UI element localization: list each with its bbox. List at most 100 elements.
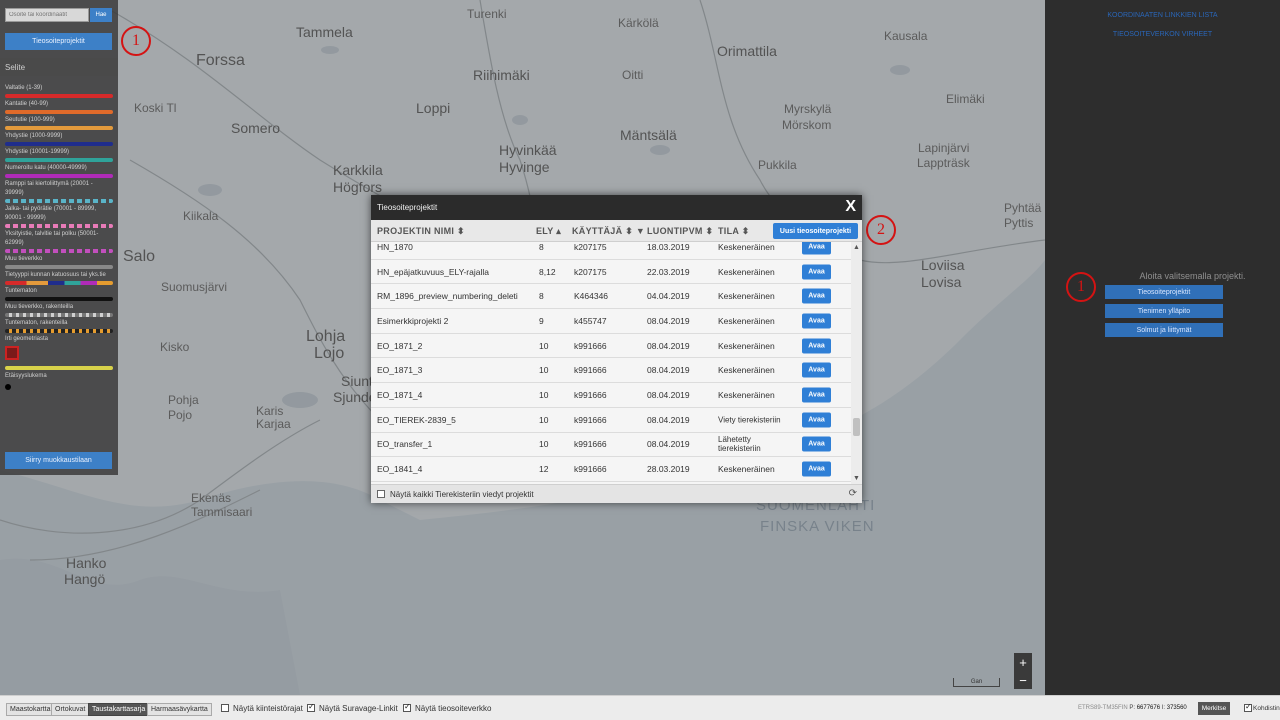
legend-label: Muu tieverkko, rakenteilla xyxy=(5,304,74,310)
column-header-state[interactable]: TILA ⬍ xyxy=(718,226,750,237)
background-terrain-button[interactable]: Maastokartta xyxy=(6,703,55,716)
legend-swatch xyxy=(5,158,113,162)
table-row: EO_1841_4 12 k991666 28.03.2019 Keskener… xyxy=(371,457,851,482)
road-name-maintenance-button[interactable]: Tienimen ylläpito xyxy=(1105,304,1223,318)
chevron-up-icon[interactable]: ▲ xyxy=(851,244,862,251)
legend-item: Ramppi tai kiertoliittymä (20001 - 39999… xyxy=(5,180,113,203)
mark-button[interactable]: Merkitse xyxy=(1198,702,1230,715)
project-ely: 8,12 xyxy=(539,266,556,277)
legend-label: Numeroitu katu (40000-49999) xyxy=(5,165,87,171)
road-network-checkbox[interactable] xyxy=(403,702,411,712)
open-project-button[interactable]: Avaa xyxy=(802,436,831,452)
scale-bar: Gan xyxy=(953,678,1000,687)
open-project-button[interactable]: Avaa xyxy=(802,338,831,354)
nodes-and-junctions-button[interactable]: Solmut ja liittymät xyxy=(1105,323,1223,337)
column-header-created[interactable]: LUONTIPVM ⬍ xyxy=(647,226,713,237)
legend-swatch xyxy=(5,174,113,178)
sort-icon: ⬍ xyxy=(457,226,465,236)
table-row: EO_1871_2 10 k991666 08.04.2019 Keskener… xyxy=(371,334,851,359)
legend-swatch xyxy=(5,126,113,130)
legend-label: Valtatie (1-39) xyxy=(5,85,43,91)
legend-swatch xyxy=(5,199,113,203)
project-name: EO_1841_4 xyxy=(377,464,423,475)
open-project-button[interactable]: Avaa xyxy=(802,288,831,304)
project-date: 28.03.2019 xyxy=(647,464,690,475)
open-project-button[interactable]: Avaa xyxy=(802,313,831,329)
scrollbar-thumb[interactable] xyxy=(853,418,860,436)
zoom-in-button[interactable]: + xyxy=(1014,653,1032,671)
project-date: 08.04.2019 xyxy=(647,340,690,351)
sort-asc-icon: ▴ xyxy=(556,226,562,236)
search-input[interactable] xyxy=(5,8,89,22)
crs-label: ETRS89-TM35FIN xyxy=(1078,705,1128,711)
project-state: Keskeneräinen xyxy=(718,390,775,401)
legend-label: Yhdystie (10001-19999) xyxy=(5,149,70,155)
column-header-user[interactable]: KÄYTTÄJÄ ⬍ ▼ xyxy=(572,226,645,237)
legend-label: Muu tieverkko xyxy=(5,256,43,262)
legend-item: Kantatie (40-99) xyxy=(5,100,113,114)
project-user: k991666 xyxy=(574,340,607,351)
filter-icon[interactable]: ▼ xyxy=(636,226,645,236)
project-name: HN_epäjatkuvuus_ELY-rajalla xyxy=(377,266,489,277)
network-errors-link[interactable]: TIEOSOITEVERKON VIRHEET xyxy=(1045,31,1280,38)
open-project-button[interactable]: Avaa xyxy=(802,461,831,477)
project-ely: 9 xyxy=(539,315,544,326)
legend-label: Tietyyppi kunnan katuosuus tai yks.tie xyxy=(5,272,106,278)
annotation-marker: 2 xyxy=(866,215,896,245)
new-project-button[interactable]: Uusi tieosoiteprojekti xyxy=(773,223,858,239)
property-borders-label: Näytä kiinteistörajat xyxy=(233,704,303,713)
legend-swatch xyxy=(5,142,113,146)
legend-label: Irti geometriasta xyxy=(5,336,49,342)
project-user: k207175 xyxy=(574,242,607,252)
legend-label: Kantatie (40-99) xyxy=(5,101,49,107)
search-button[interactable]: Hae xyxy=(90,8,112,22)
edit-mode-button[interactable]: Siirry muokkaustilaan xyxy=(5,452,112,469)
legend-label: Yhdystie (1000-9999) xyxy=(5,133,63,139)
bottom-bar: Maastokartta Ortokuvat Taustakarttasarja… xyxy=(0,695,1280,720)
table-row: HN_1870 8 k207175 18.03.2019 Keskeneräin… xyxy=(371,242,851,260)
table-row: EO_TIEREK-2839_5 10 k991666 08.04.2019 V… xyxy=(371,408,851,433)
project-date: 08.04.2019 xyxy=(647,439,690,450)
project-name: RM_1896_preview_numbering_deleti xyxy=(377,291,518,302)
legend-swatch xyxy=(5,329,113,333)
column-header-ely[interactable]: ELY ▴ xyxy=(536,226,561,237)
calibration-list-link[interactable]: KOORDINAATEN LINKKIEN LISTA xyxy=(1045,12,1280,19)
chevron-down-icon[interactable]: ▼ xyxy=(851,475,862,482)
table-row: EO_transfer_1 10 k991666 08.04.2019 Lähe… xyxy=(371,433,851,458)
background-series-button[interactable]: Taustakarttasarja xyxy=(88,703,150,716)
project-user: k991666 xyxy=(574,365,607,376)
close-icon[interactable]: X xyxy=(845,198,856,216)
projects-table: HN_1870 8 k207175 18.03.2019 Keskeneräin… xyxy=(371,242,851,484)
project-name: HN_1870 xyxy=(377,242,413,252)
project-state: Keskeneräinen xyxy=(718,365,775,376)
open-project-button[interactable]: Avaa xyxy=(802,264,831,280)
table-row: Esimerkkiprojekti 2 9 k455747 08.04.2019… xyxy=(371,309,851,334)
refresh-icon[interactable]: ⟳ xyxy=(849,488,857,499)
suravage-links-checkbox[interactable] xyxy=(307,702,315,712)
property-borders-checkbox[interactable] xyxy=(221,704,229,712)
i-value: 373560 xyxy=(1166,705,1187,711)
crosshair-checkbox[interactable] xyxy=(1244,702,1252,712)
open-project-button[interactable]: Avaa xyxy=(802,412,831,428)
background-grayscale-button[interactable]: Harmaasävykartta xyxy=(147,703,212,716)
open-project-button[interactable]: Avaa xyxy=(802,362,831,378)
show-all-projects-checkbox[interactable] xyxy=(377,490,385,498)
project-user: k991666 xyxy=(574,390,607,401)
column-header-name[interactable]: PROJEKTIN NIMI ⬍ xyxy=(377,226,465,237)
open-project-button[interactable]: Avaa xyxy=(802,242,831,255)
legend-swatch xyxy=(5,281,113,285)
zoom-out-button[interactable]: − xyxy=(1014,671,1032,689)
table-scrollbar[interactable]: ▲ ▼ xyxy=(851,242,862,484)
legend-label: Etäisyyslukema xyxy=(5,373,47,379)
open-project-button[interactable]: Avaa xyxy=(802,387,831,403)
road-address-projects-button[interactable]: Tieosoiteprojektit xyxy=(5,33,112,50)
project-date: 08.04.2019 xyxy=(647,365,690,376)
legend-swatch xyxy=(5,384,11,390)
legend-item: Muu tieverkko, rakenteilla xyxy=(5,303,113,317)
background-ortho-button[interactable]: Ortokuvat xyxy=(51,703,90,716)
legend-item: Seututie (100-999) xyxy=(5,116,113,130)
project-state: Keskeneräinen xyxy=(718,266,775,277)
show-all-projects-label: Näytä kaikki Tierekisteriin viedyt proje… xyxy=(390,490,534,499)
road-address-projects-button[interactable]: Tieosoiteprojektit xyxy=(1105,285,1223,299)
dialog-header: Tieosoiteprojektit X xyxy=(371,195,862,220)
